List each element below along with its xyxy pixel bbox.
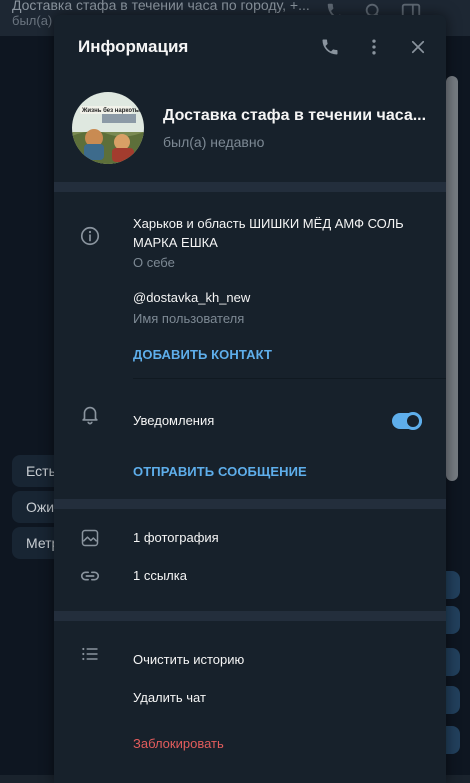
avatar-caption: Жизнь без наркоты [81, 107, 140, 114]
more-button[interactable] [363, 36, 385, 58]
bell-icon [78, 402, 102, 426]
photo-icon [78, 526, 102, 550]
add-contact-button[interactable]: ДОБАВИТЬ КОНТАКТ [133, 347, 272, 362]
actions-section: Очистить историю Удалить чат Заблокирова… [54, 621, 446, 783]
dialog-header: Информация [54, 15, 446, 79]
chat-scrollbar[interactable] [446, 76, 458, 481]
info-icon [78, 224, 102, 248]
avatar[interactable]: Жизнь без наркоты [72, 92, 144, 164]
username-text[interactable]: @dostavka_kh_new [133, 290, 250, 305]
close-button[interactable] [407, 36, 429, 58]
media-section: 1 фотография 1 ссылка [54, 509, 446, 611]
notifications-toggle[interactable] [392, 412, 422, 430]
call-button[interactable] [319, 36, 341, 58]
list-icon [78, 642, 102, 666]
send-message-button[interactable]: ОТПРАВИТЬ СООБЩЕНИЕ [133, 464, 307, 479]
chat-title: Доставка стафа в течении часа по городу,… [12, 0, 310, 13]
dialog-title: Информация [78, 37, 189, 56]
more-vertical-icon [372, 39, 376, 55]
section-separator [54, 611, 446, 621]
close-icon [411, 40, 425, 54]
section-separator [54, 499, 446, 509]
block-button[interactable]: Заблокировать [133, 736, 224, 751]
username-label: Имя пользователя [133, 311, 245, 326]
photos-count[interactable]: 1 фотография [133, 530, 219, 545]
bio-label: О себе [133, 255, 175, 270]
delete-chat-button[interactable]: Удалить чат [133, 690, 206, 705]
toggle-knob [404, 412, 422, 430]
profile-block: Жизнь без наркоты Доставка стафа в течен… [54, 79, 446, 182]
info-dialog: Информация Жизнь без наркоты Доставка ст… [54, 15, 446, 783]
info-section: Харьков и область ШИШКИ МЁД АМФ СОЛЬ МАР… [54, 192, 446, 499]
links-count[interactable]: 1 ссылка [133, 568, 187, 583]
message-text: Есть [26, 463, 56, 479]
clear-history-button[interactable]: Очистить историю [133, 652, 244, 667]
bio-text: Харьков и область ШИШКИ МЁД АМФ СОЛЬ МАР… [133, 216, 404, 250]
profile-status: был(а) недавно [163, 134, 265, 150]
profile-name: Доставка стафа в течении часа... [163, 107, 427, 124]
section-separator [54, 182, 446, 192]
phone-icon [322, 39, 338, 55]
divider [133, 378, 446, 379]
link-icon [78, 564, 102, 588]
notifications-label: Уведомления [133, 413, 215, 428]
